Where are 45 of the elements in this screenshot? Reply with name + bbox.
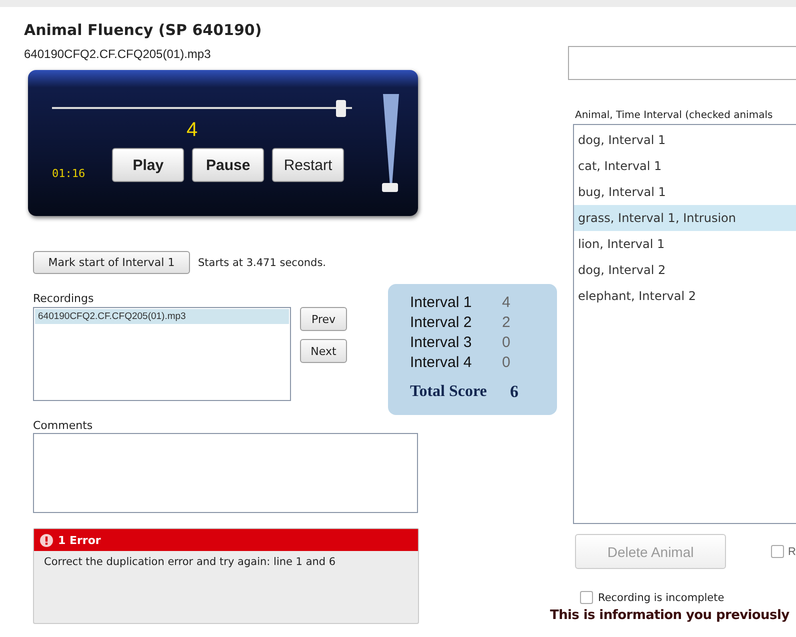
animal-item[interactable]: lion, Interval 1: [574, 231, 796, 257]
page-title: Animal Fluency (SP 640190): [24, 21, 263, 39]
nav-button[interactable]: Prev: [300, 307, 347, 331]
checkbox[interactable]: [771, 545, 784, 558]
interval-label: Interval 1: [410, 293, 473, 313]
volume-thumb[interactable]: [382, 183, 398, 192]
interval-start-note: Starts at 3.471 seconds.: [198, 256, 326, 268]
recording-item[interactable]: 640190CFQ2.CF.CFQ205(01).mp3: [35, 309, 289, 324]
interval-count: 4: [502, 293, 510, 313]
interval-count: 0: [502, 353, 510, 373]
animal-item[interactable]: cat, Interval 1: [574, 153, 796, 179]
player-button[interactable]: Pause: [192, 148, 264, 182]
time-display: 01:16: [52, 167, 86, 182]
recordings-label: Recordings: [33, 292, 95, 305]
animal-item[interactable]: dog, Interval 2: [574, 257, 796, 283]
error-title: 1 Error: [58, 534, 101, 546]
total-score-value: 6: [510, 382, 518, 402]
player-button[interactable]: Restart: [272, 148, 344, 182]
alert-icon: [40, 534, 53, 546]
interval-label: Interval 2: [410, 313, 473, 333]
interval-count: 0: [502, 333, 510, 353]
checkbox-label: Recording is incomplete: [598, 592, 724, 604]
animal-item[interactable]: dog, Interval 1: [574, 127, 796, 153]
comments-label: Comments: [33, 419, 94, 432]
interval-label: Interval 4: [410, 353, 473, 373]
nav-button[interactable]: Next: [300, 339, 347, 363]
file-name: 640190CFQ2.CF.CFQ205(01).mp3: [24, 47, 212, 61]
animal-item[interactable]: grass, Interval 1, Intrusion: [574, 205, 796, 231]
animal-item[interactable]: bug, Interval 1: [574, 179, 796, 205]
comments-field[interactable]: [33, 433, 418, 513]
slider-thumb[interactable]: [336, 100, 346, 117]
interval-label: Interval 3: [410, 333, 473, 353]
error-message: Correct the duplication error and try again: line 1 and 6: [43, 555, 337, 570]
checkbox-label: R: [788, 546, 796, 558]
count-display: 4: [185, 119, 199, 142]
mark-interval-button[interactable]: Mark start of Interval 1: [33, 251, 190, 274]
total-score-label: Total Score: [410, 382, 488, 402]
player-button[interactable]: Play: [112, 148, 184, 182]
notice-text: This is information you previously: [550, 608, 790, 623]
animals-label: Animal, Time Interval (checked animals: [575, 110, 774, 121]
checkbox[interactable]: [580, 591, 593, 604]
text-field[interactable]: [568, 46, 796, 80]
volume-slider[interactable]: [382, 94, 400, 192]
animal-item[interactable]: elephant, Interval 2: [574, 283, 796, 309]
interval-count: 2: [502, 313, 510, 333]
